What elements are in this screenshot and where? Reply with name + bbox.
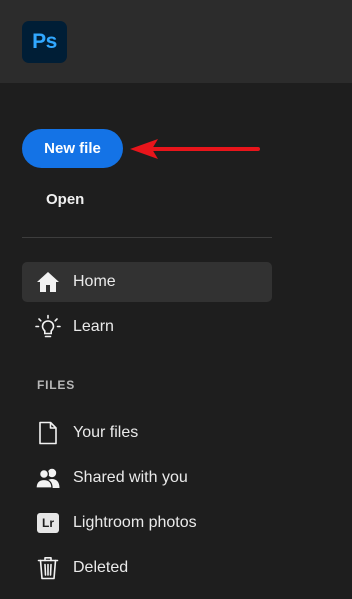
sidebar-item-learn[interactable]: Learn <box>22 307 272 347</box>
sidebar-item-label: Learn <box>73 318 114 335</box>
sidebar-item-label: Your files <box>73 424 139 441</box>
sidebar-item-label: Home <box>73 273 116 290</box>
home-icon <box>34 268 62 296</box>
sidebar-item-shared-with-you[interactable]: Shared with you <box>22 458 272 498</box>
open-label: Open <box>46 190 85 208</box>
lightbulb-icon <box>34 313 62 341</box>
new-file-button[interactable]: New file <box>22 129 123 168</box>
sidebar-item-deleted[interactable]: Deleted <box>22 548 272 588</box>
top-bar: Ps <box>0 0 352 83</box>
sidebar-item-label: Shared with you <box>73 469 188 486</box>
open-button[interactable]: Open <box>46 188 84 210</box>
files-section-label: FILES <box>37 378 76 392</box>
sidebar-item-label: Deleted <box>73 559 129 576</box>
photoshop-logo[interactable]: Ps <box>22 21 67 63</box>
sidebar-item-lightroom-photos[interactable]: Lr Lightroom photos <box>22 503 272 543</box>
lightroom-badge: Lr <box>37 513 59 533</box>
trash-icon <box>34 554 62 582</box>
sidebar-item-label: Lightroom photos <box>73 514 197 531</box>
new-file-label: New file <box>44 140 101 157</box>
logo-text: Ps <box>32 30 57 53</box>
sidebar-item-home[interactable]: Home <box>22 262 272 302</box>
users-icon <box>34 464 62 492</box>
sidebar-item-your-files[interactable]: Your files <box>22 413 272 453</box>
document-icon <box>34 419 62 447</box>
lightroom-icon: Lr <box>34 509 62 537</box>
sidebar-divider <box>22 237 272 238</box>
annotation-arrow-icon <box>130 139 260 159</box>
